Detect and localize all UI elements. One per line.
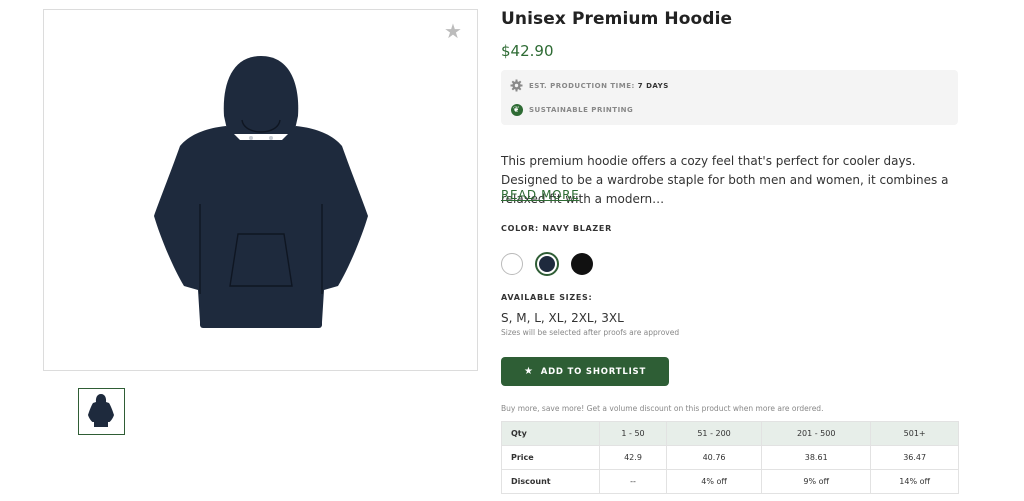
table-cell: 1 - 50 <box>599 421 667 446</box>
production-time-label: EST. PRODUCTION TIME: <box>529 81 635 90</box>
table-cell: 51 - 200 <box>665 421 763 446</box>
color-swatch-navy-blazer[interactable] <box>535 252 559 276</box>
table-row-qty: Qty 1 - 50 51 - 200 201 - 500 501+ <box>501 421 959 446</box>
table-cell: 38.61 <box>761 445 872 470</box>
hoodie-main-image <box>154 56 368 328</box>
add-to-shortlist-button[interactable]: ★ ADD TO SHORTLIST <box>501 357 669 386</box>
table-row-price: Price 42.9 40.76 38.61 36.47 <box>501 445 959 470</box>
thumbnail-hoodie[interactable] <box>78 388 125 435</box>
table-cell: 501+ <box>870 421 959 446</box>
table-cell: Qty <box>501 421 600 446</box>
production-time-value: 7 DAYS <box>637 81 669 90</box>
table-cell: 9% off <box>761 469 872 494</box>
volume-pricing-table: Qty 1 - 50 51 - 200 201 - 500 501+ Price… <box>501 421 959 494</box>
table-cell: 40.76 <box>665 445 763 470</box>
table-row-discount: Discount -- 4% off 9% off 14% off <box>501 469 959 494</box>
production-time-row: EST. PRODUCTION TIME: 7 DAYS <box>510 79 669 92</box>
sizes-value: S, M, L, XL, 2XL, 3XL <box>501 311 624 325</box>
favorite-star-icon[interactable]: ★ <box>443 21 463 41</box>
leaf-icon: ❦ <box>510 103 523 116</box>
read-more-link[interactable]: READ MORE <box>501 188 579 202</box>
volume-discount-note: Buy more, save more! Get a volume discou… <box>501 404 824 413</box>
product-info-box: EST. PRODUCTION TIME: 7 DAYS ❦ SUSTAINAB… <box>501 70 958 125</box>
table-cell: 42.9 <box>599 445 667 470</box>
table-cell: Price <box>501 445 600 470</box>
product-price: $42.90 <box>501 42 554 60</box>
sustainable-printing-label: SUSTAINABLE PRINTING <box>529 105 634 114</box>
product-title: Unisex Premium Hoodie <box>501 9 733 29</box>
add-to-shortlist-label: ADD TO SHORTLIST <box>540 366 647 377</box>
hoodie-thumbnail-image <box>88 394 114 427</box>
color-label: COLOR: NAVY BLAZER <box>501 224 612 233</box>
star-icon: ★ <box>523 366 534 377</box>
sizes-note: Sizes will be selected after proofs are … <box>501 328 680 337</box>
table-cell: -- <box>599 469 667 494</box>
sustainable-printing-row: ❦ SUSTAINABLE PRINTING <box>510 103 633 116</box>
gear-icon <box>510 79 523 92</box>
color-swatch-black[interactable] <box>571 253 593 275</box>
color-swatch-white[interactable] <box>501 253 523 275</box>
table-cell: 14% off <box>870 469 959 494</box>
table-cell: 4% off <box>665 469 763 494</box>
product-image-panel: ★ <box>43 9 478 371</box>
table-cell: 201 - 500 <box>761 421 872 446</box>
table-cell: 36.47 <box>870 445 959 470</box>
table-cell: Discount <box>501 469 600 494</box>
sizes-label: AVAILABLE SIZES: <box>501 293 593 302</box>
